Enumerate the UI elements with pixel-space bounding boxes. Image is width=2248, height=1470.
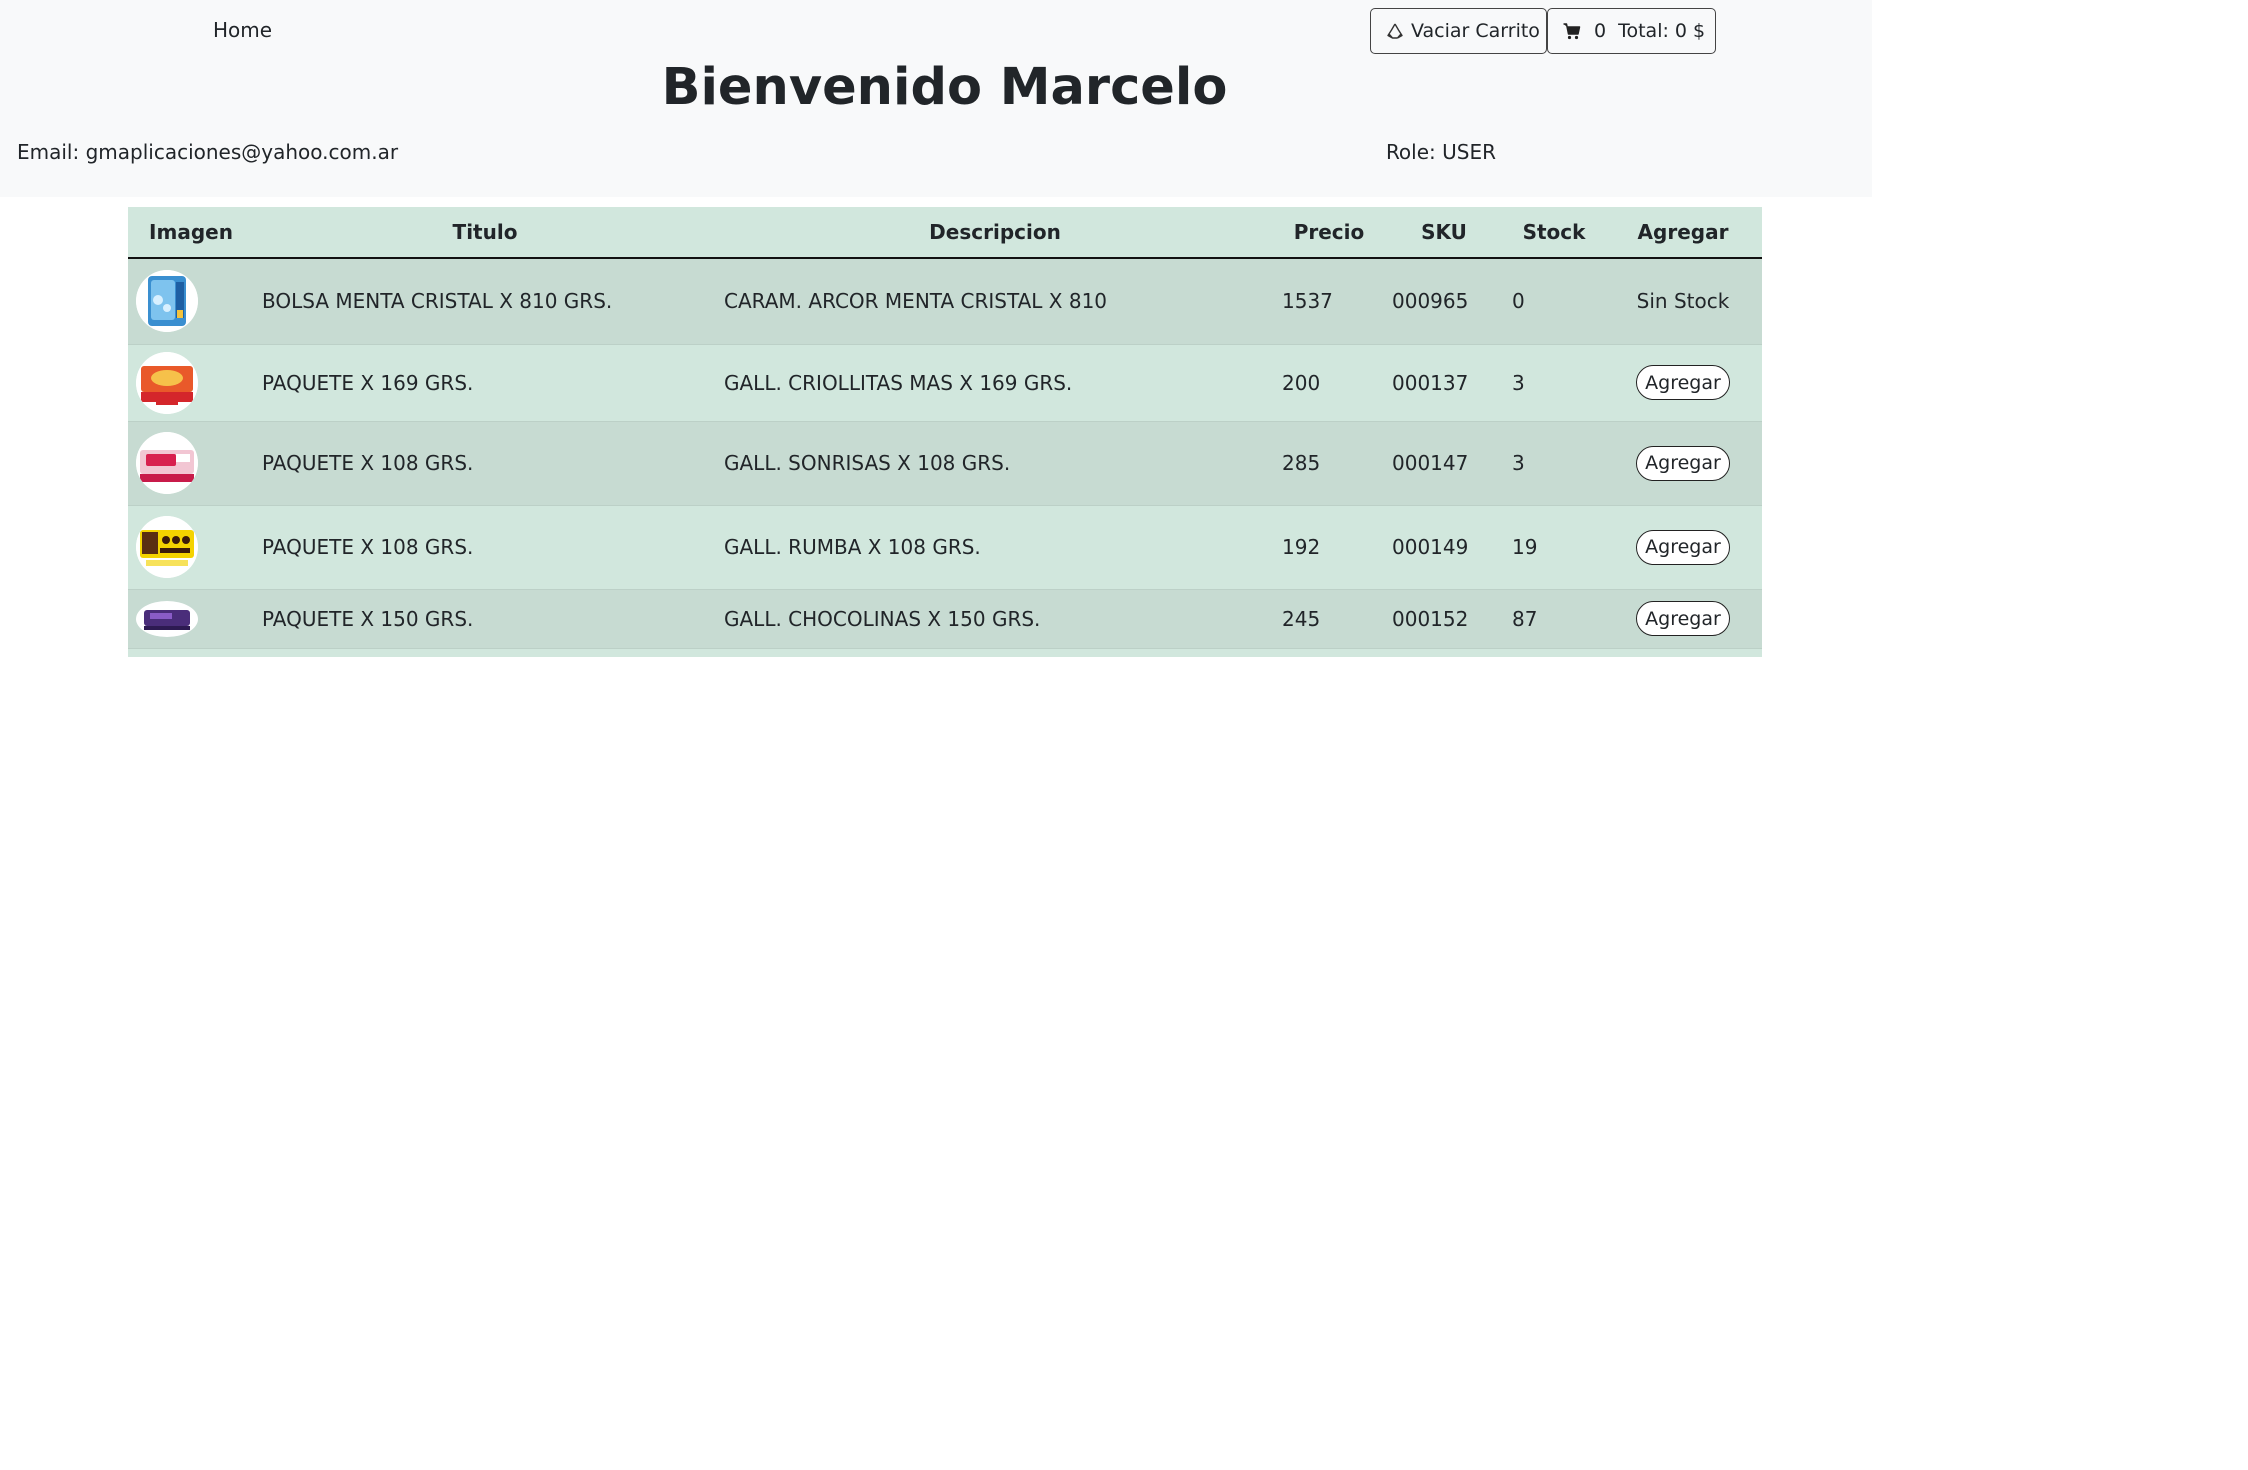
table-row: PAQUETE X 169 GRS. GALL. CRIOLLITAS MAS … <box>128 344 1762 422</box>
product-price: 285 <box>1274 421 1384 506</box>
nav-home-link[interactable]: Home <box>213 18 272 42</box>
add-to-cart-button[interactable]: Agregar <box>1636 365 1730 400</box>
table-row: PAQUETE X 150 GRS. GALL. CHOCOLINAS X 15… <box>128 589 1762 649</box>
product-image <box>136 516 198 578</box>
table-header-row: Imagen Titulo Descripcion Precio SKU Sto… <box>128 207 1762 259</box>
product-price: 200 <box>1274 344 1384 422</box>
add-cell: Agregar <box>1604 589 1762 649</box>
product-title: PAQUETE X 150 GRS. <box>254 589 716 649</box>
cart-count: 0 <box>1594 20 1607 42</box>
cart-button[interactable]: 0 Total: 0 $ <box>1547 8 1716 54</box>
product-stock: 3 <box>1504 344 1604 422</box>
product-image-cell <box>128 505 254 590</box>
product-image <box>136 351 198 414</box>
col-header-descripcion: Descripcion <box>716 207 1274 259</box>
col-header-precio: Precio <box>1274 207 1384 259</box>
product-stock: 87 <box>1504 589 1604 649</box>
product-title: BOLSA MENTA CRISTAL X 810 GRS. <box>254 258 716 345</box>
cart-total: Total: 0 $ <box>1618 20 1706 42</box>
product-sku: 000965 <box>1384 258 1504 345</box>
recycle-icon <box>1387 23 1403 39</box>
product-price: 245 <box>1274 589 1384 649</box>
product-title: PAQUETE X 108 GRS. <box>254 505 716 590</box>
product-image <box>136 432 198 494</box>
table-row: PAQUETE X 108 GRS. GALL. SONRISAS X 108 … <box>128 421 1762 506</box>
col-header-stock: Stock <box>1504 207 1604 259</box>
welcome-title: Bienvenido Marcelo <box>661 58 1228 117</box>
table-row: BOLSA MENTA CRISTAL X 810 GRS. CARAM. AR… <box>128 258 1762 345</box>
col-header-sku: SKU <box>1384 207 1504 259</box>
products-table: Imagen Titulo Descripcion Precio SKU Sto… <box>128 207 1762 649</box>
product-title: PAQUETE X 169 GRS. <box>254 344 716 422</box>
product-sku: 000137 <box>1384 344 1504 422</box>
add-cell: Agregar <box>1604 421 1762 506</box>
add-to-cart-button[interactable]: Agregar <box>1636 445 1730 481</box>
product-stock: 19 <box>1504 505 1604 590</box>
product-description: GALL. RUMBA X 108 GRS. <box>716 505 1274 590</box>
product-description: GALL. CRIOLLITAS MAS X 169 GRS. <box>716 344 1274 422</box>
empty-cart-button[interactable]: Vaciar Carrito <box>1370 8 1547 54</box>
product-image <box>136 270 198 333</box>
add-cell: Agregar <box>1604 505 1762 590</box>
product-stock: 3 <box>1504 421 1604 506</box>
product-image-cell <box>128 258 254 345</box>
product-description: GALL. SONRISAS X 108 GRS. <box>716 421 1274 506</box>
add-to-cart-button[interactable]: Agregar <box>1636 529 1730 565</box>
user-email: Email: gmaplicaciones@yahoo.com.ar <box>17 140 399 164</box>
product-description: CARAM. ARCOR MENTA CRISTAL X 810 <box>716 258 1274 345</box>
top-header: Home Vaciar Carrito 0 Total: 0 $ Bienven… <box>0 0 1872 197</box>
product-stock: 0 <box>1504 258 1604 345</box>
col-header-agregar: Agregar <box>1604 207 1762 259</box>
out-of-stock-label: Sin Stock <box>1604 258 1762 345</box>
col-header-imagen: Imagen <box>128 207 254 259</box>
product-price: 192 <box>1274 505 1384 590</box>
product-sku: 000152 <box>1384 589 1504 649</box>
add-cell: Agregar <box>1604 344 1762 422</box>
table-row: PAQUETE X 108 GRS. GALL. RUMBA X 108 GRS… <box>128 505 1762 590</box>
product-image-cell <box>128 344 254 422</box>
product-price: 1537 <box>1274 258 1384 345</box>
product-sku: 000147 <box>1384 421 1504 506</box>
product-title: PAQUETE X 108 GRS. <box>254 421 716 506</box>
user-role: Role: USER <box>1385 140 1496 164</box>
cart-icon <box>1563 23 1581 40</box>
col-header-titulo: Titulo <box>254 207 716 259</box>
products-table-container: Imagen Titulo Descripcion Precio SKU Sto… <box>128 207 1762 657</box>
add-to-cart-button[interactable]: Agregar <box>1636 601 1730 636</box>
product-sku: 000149 <box>1384 505 1504 590</box>
empty-cart-label: Vaciar Carrito <box>1411 20 1540 42</box>
product-image-cell <box>128 589 254 649</box>
product-image-cell <box>128 421 254 506</box>
product-description: GALL. CHOCOLINAS X 150 GRS. <box>716 589 1274 649</box>
product-image <box>136 600 198 637</box>
